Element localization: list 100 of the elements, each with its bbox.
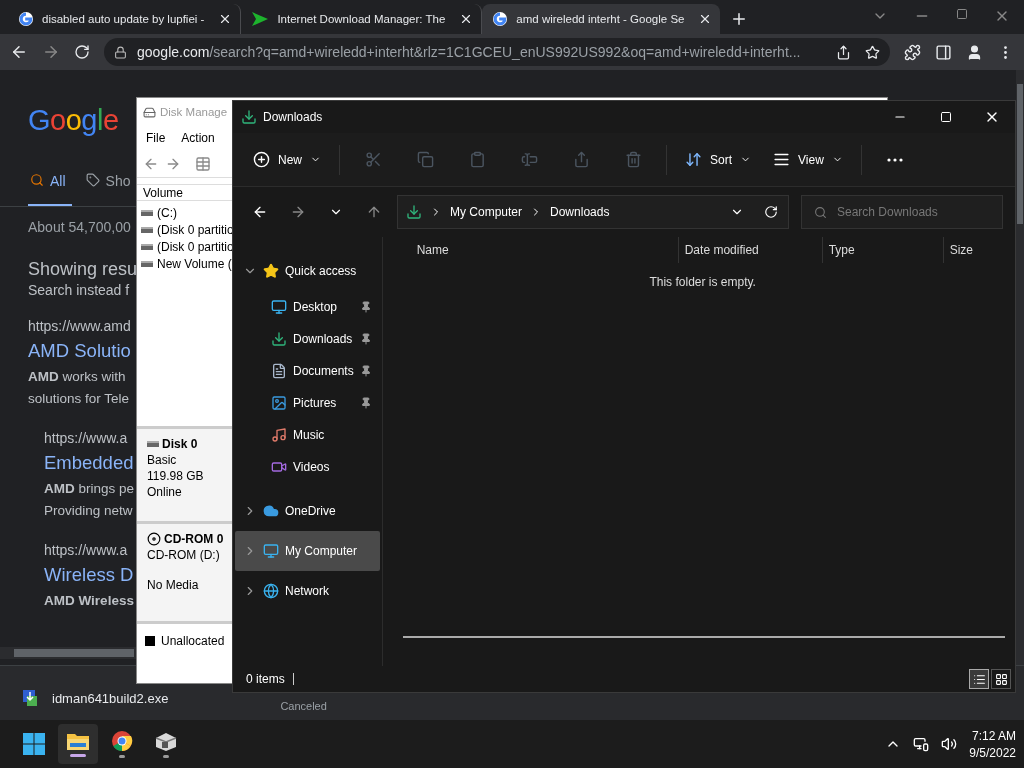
disk-info: Online — [147, 485, 182, 499]
result-snippet: AMD works with — [28, 368, 126, 386]
result-snippet: AMD brings pe — [44, 480, 135, 498]
cd-drive-icon — [147, 532, 161, 546]
new-button[interactable]: New — [245, 141, 329, 178]
window-title: Downloads — [263, 110, 323, 124]
address-bar[interactable]: My Computer Downloads — [397, 195, 789, 229]
column-header[interactable]: Size — [942, 237, 1023, 263]
clock[interactable]: 7:12 AM 9/5/2022 — [969, 728, 1016, 760]
result-title-link[interactable]: AMD Solutio — [28, 340, 131, 362]
nav-item[interactable]: OneDrive — [235, 491, 380, 531]
reload-icon[interactable] — [74, 44, 90, 60]
back-icon[interactable] — [10, 43, 28, 61]
table-icon[interactable] — [195, 155, 211, 172]
window-title: Disk Manage — [160, 106, 228, 118]
nav-item[interactable]: Network — [235, 571, 380, 611]
nav-item[interactable]: Music — [235, 419, 380, 451]
nav-item[interactable]: Videos — [235, 451, 380, 483]
horizontal-scrollbar[interactable] — [0, 647, 136, 659]
forward-icon[interactable] — [42, 43, 60, 61]
rename-icon — [520, 151, 538, 168]
google-icon — [492, 11, 509, 27]
browser-tab[interactable]: amd wireledd interht - Google Se — [482, 4, 721, 34]
installer-icon — [20, 688, 40, 708]
nav-item[interactable]: Desktop — [235, 291, 380, 323]
item-count: 0 items — [246, 672, 285, 686]
forward-icon — [290, 204, 306, 220]
windows-start-icon[interactable] — [22, 732, 46, 756]
drive-icon — [141, 260, 153, 267]
download-status: Canceled — [280, 700, 327, 712]
result-title-link[interactable]: Wireless D — [44, 564, 134, 586]
result-snippet: Providing netw — [44, 502, 133, 520]
volume-icon[interactable] — [941, 736, 958, 752]
volume-entry[interactable]: New Volume ( — [157, 256, 232, 271]
disk-info: CD-ROM (D:) — [147, 548, 220, 562]
side-panel-icon[interactable] — [935, 43, 952, 61]
volume-entry[interactable]: (Disk 0 partitio — [157, 222, 234, 237]
view-button[interactable]: View — [765, 141, 851, 178]
network-icon — [263, 583, 279, 599]
download-filename[interactable]: idman641build2.exe — [52, 690, 169, 706]
chrome-icon — [111, 730, 133, 752]
column-header[interactable]: Name — [402, 237, 678, 263]
list-icon — [972, 672, 986, 686]
lines-icon — [773, 151, 791, 168]
share-icon[interactable] — [836, 44, 851, 60]
google-logo[interactable]: Google — [28, 104, 119, 137]
plus-circle-icon — [253, 151, 270, 168]
music-icon — [271, 427, 287, 443]
download-icon — [241, 109, 257, 125]
search-instead-link[interactable]: Search instead f — [28, 282, 130, 298]
drive-icon — [141, 243, 153, 250]
restore-icon[interactable] — [956, 8, 968, 20]
result-url: https://www.a — [44, 542, 128, 558]
nav-item[interactable]: Downloads — [235, 323, 380, 355]
details-view-button[interactable] — [969, 669, 989, 689]
search-tab[interactable]: Sho — [83, 171, 137, 207]
network-icon[interactable] — [913, 736, 930, 752]
running-indicator — [70, 754, 86, 757]
menu-item[interactable]: Action — [181, 131, 215, 145]
horizontal-scrollbar[interactable] — [402, 636, 1005, 638]
profile-icon[interactable] — [966, 43, 983, 61]
drive-icon — [141, 209, 153, 216]
file-explorer-button[interactable] — [58, 724, 98, 764]
nav-item[interactable]: Pictures — [235, 387, 380, 419]
tiles-view-button[interactable] — [991, 669, 1011, 689]
nav-item[interactable]: Documents — [235, 355, 380, 387]
volume-column-header[interactable]: Volume — [137, 184, 232, 201]
column-header[interactable]: Date modified — [677, 237, 822, 263]
address-bar[interactable]: google.com/search?q=amd+wireledd+interht&rlz=1C1GCEU_enUS992US992&oq=amd+wireledd+interht... — [104, 38, 890, 66]
document-icon — [271, 363, 287, 379]
spelling-correction: Showing resu — [28, 259, 138, 280]
disk-info: 119.98 GB — [147, 469, 204, 483]
disk-name: CD-ROM 0 — [164, 532, 224, 546]
drive-icon — [147, 441, 159, 447]
sort-button[interactable]: Sort — [677, 141, 760, 178]
download-icon — [271, 331, 287, 347]
column-header[interactable]: Type — [821, 237, 943, 263]
search-tab[interactable]: All — [28, 171, 72, 207]
bookmark-star-icon[interactable] — [865, 44, 880, 60]
volume-entry[interactable]: (C:) — [157, 205, 177, 220]
nav-item[interactable]: My Computer — [235, 531, 380, 571]
result-snippet: solutions for Tele — [28, 390, 130, 408]
volume-entry[interactable]: (Disk 0 partitio — [157, 239, 234, 254]
search-field[interactable]: Search Downloads — [801, 195, 1003, 229]
result-stats: About 54,700,00 — [28, 219, 131, 235]
drive-icon — [141, 226, 153, 233]
extensions-icon[interactable] — [904, 43, 921, 61]
menu-item[interactable]: File — [146, 131, 166, 145]
google-icon — [18, 11, 34, 27]
nav-item[interactable]: Quick access — [235, 251, 380, 291]
vertical-scrollbar[interactable] — [1016, 70, 1024, 665]
installer-box-icon — [154, 730, 178, 752]
star-icon — [263, 263, 279, 279]
result-title-link[interactable]: Embedded — [44, 452, 134, 474]
result-snippet: AMD Wireless — [44, 592, 134, 610]
disk-name: Disk 0 — [162, 437, 198, 451]
picture-icon — [271, 395, 287, 411]
refresh-icon[interactable] — [764, 205, 778, 219]
download-icon — [406, 204, 422, 220]
disk-info: No Media — [147, 578, 199, 592]
